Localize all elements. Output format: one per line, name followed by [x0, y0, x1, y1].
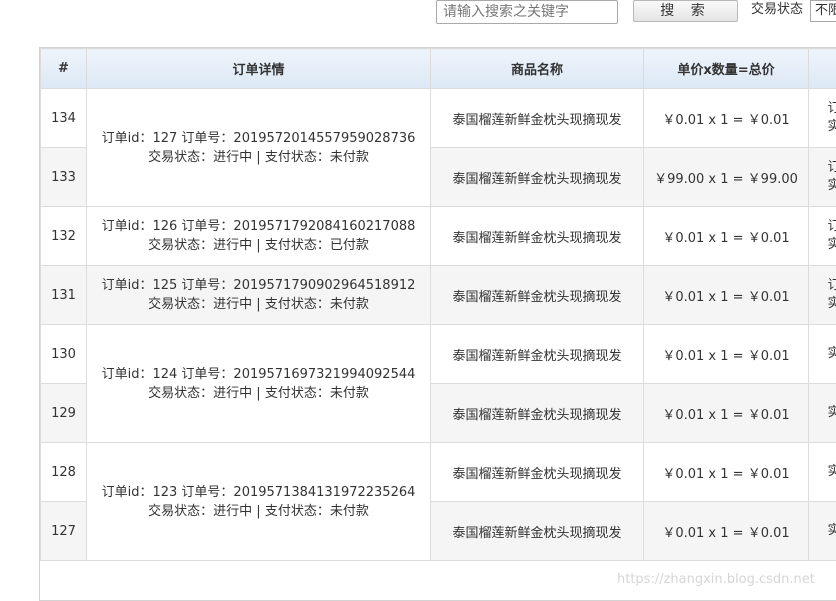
extra-line-1: 订单 — [821, 100, 836, 118]
row-index: 128 — [41, 443, 87, 502]
product-name-cell[interactable]: 泰国榴莲新鲜金枕头现摘现发 — [431, 384, 644, 443]
price-cell: ￥0.01 x 1 = ￥0.01 — [644, 325, 809, 384]
extra-line-2: 实付 — [821, 118, 836, 136]
column-header-extra — [809, 49, 836, 89]
row-index: 131 — [41, 266, 87, 325]
order-status-line: 交易状态：进行中 | 支付状态：未付款 — [87, 502, 430, 521]
order-id-line: 订单id：124 订单号：2019571697321994092544 — [87, 365, 430, 384]
order-status-line: 交易状态：进行中 | 支付状态：未付款 — [87, 384, 430, 403]
search-button[interactable]: 搜 索 — [633, 0, 738, 22]
orders-table: # 订单详情 商品名称 单价x数量=总价 134 订单id：127 订单号：20… — [40, 48, 836, 561]
table-row: 131 订单id：125 订单号：2019571790902964518912 … — [41, 266, 836, 325]
extra-cell: 实付 — [809, 443, 836, 502]
row-index: 129 — [41, 384, 87, 443]
price-cell: ￥0.01 x 1 = ￥0.01 — [644, 443, 809, 502]
row-index: 134 — [41, 89, 87, 148]
price-cell: ￥0.01 x 1 = ￥0.01 — [644, 502, 809, 561]
product-name-cell[interactable]: 泰国榴莲新鲜金枕头现摘现发 — [431, 266, 644, 325]
extra-cell: 订单实付 — [809, 148, 836, 207]
extra-line-1: 订单 — [821, 277, 836, 295]
order-details-cell: 订单id：124 订单号：2019571697321994092544 交易状态… — [87, 325, 431, 443]
table-header-row: # 订单详情 商品名称 单价x数量=总价 — [41, 49, 836, 89]
product-name-cell[interactable]: 泰国榴莲新鲜金枕头现摘现发 — [431, 89, 644, 148]
product-name-cell[interactable]: 泰国榴莲新鲜金枕头现摘现发 — [431, 148, 644, 207]
order-id-line: 订单id：123 订单号：2019571384131972235264 — [87, 483, 430, 502]
order-id-line: 订单id：126 订单号：2019571792084160217088 — [87, 217, 430, 236]
column-header-price: 单价x数量=总价 — [644, 49, 809, 89]
price-cell: ￥0.01 x 1 = ￥0.01 — [644, 384, 809, 443]
watermark: https://zhangxin.blog.csdn.net — [617, 572, 815, 587]
product-name-cell[interactable]: 泰国榴莲新鲜金枕头现摘现发 — [431, 443, 644, 502]
order-details-cell: 订单id：126 订单号：2019571792084160217088 交易状态… — [87, 207, 431, 266]
extra-line-1: 订单 — [821, 159, 836, 177]
table-row: 134 订单id：127 订单号：2019572014557959028736 … — [41, 89, 836, 148]
extra-cell: 订单实付 — [809, 266, 836, 325]
table-row: 130 订单id：124 订单号：2019571697321994092544 … — [41, 325, 836, 384]
extra-cell: 订单实付 — [809, 89, 836, 148]
order-details-cell: 订单id：127 订单号：2019572014557959028736 交易状态… — [87, 89, 431, 207]
extra-line-2: 实付 — [821, 295, 836, 313]
row-index: 130 — [41, 325, 87, 384]
table-row: 132 订单id：126 订单号：2019571792084160217088 … — [41, 207, 836, 266]
price-cell: ￥0.01 x 1 = ￥0.01 — [644, 207, 809, 266]
extra-line-2: 实付 — [821, 345, 836, 363]
orders-panel: # 订单详情 商品名称 单价x数量=总价 134 订单id：127 订单号：20… — [39, 47, 836, 601]
column-header-order-details: 订单详情 — [87, 49, 431, 89]
extra-line-2: 实付 — [821, 236, 836, 254]
extra-line-2: 实付 — [821, 404, 836, 422]
extra-line-1: 订单 — [821, 218, 836, 236]
column-header-index: # — [41, 49, 87, 89]
extra-cell: 实付 — [809, 502, 836, 561]
order-details-cell: 订单id：123 订单号：2019571384131972235264 交易状态… — [87, 443, 431, 561]
order-status-line: 交易状态：进行中 | 支付状态：未付款 — [87, 295, 430, 314]
product-name-cell[interactable]: 泰国榴莲新鲜金枕头现摘现发 — [431, 325, 644, 384]
price-cell: ￥0.01 x 1 = ￥0.01 — [644, 89, 809, 148]
search-input[interactable]: 请输入搜索之关键字 — [436, 0, 618, 24]
trade-status-label: 交易状态 — [751, 0, 803, 20]
product-name-cell[interactable]: 泰国榴莲新鲜金枕头现摘现发 — [431, 502, 644, 561]
price-cell: ￥0.01 x 1 = ￥0.01 — [644, 266, 809, 325]
order-id-line: 订单id：127 订单号：2019572014557959028736 — [87, 129, 430, 148]
price-cell: ￥99.00 x 1 = ￥99.00 — [644, 148, 809, 207]
extra-line-2: 实付 — [821, 463, 836, 481]
trade-status-select[interactable]: 不限 — [810, 0, 836, 22]
order-status-line: 交易状态：进行中 | 支付状态：未付款 — [87, 148, 430, 167]
row-index: 127 — [41, 502, 87, 561]
order-id-line: 订单id：125 订单号：2019571790902964518912 — [87, 276, 430, 295]
row-index: 132 — [41, 207, 87, 266]
order-details-cell: 订单id：125 订单号：2019571790902964518912 交易状态… — [87, 266, 431, 325]
extra-cell: 订单实付 — [809, 207, 836, 266]
extra-line-2: 实付 — [821, 177, 836, 195]
order-status-line: 交易状态：进行中 | 支付状态：已付款 — [87, 236, 430, 255]
row-index: 133 — [41, 148, 87, 207]
extra-line-2: 实付 — [821, 522, 836, 540]
table-row: 128 订单id：123 订单号：2019571384131972235264 … — [41, 443, 836, 502]
extra-cell: 实付 — [809, 325, 836, 384]
product-name-cell[interactable]: 泰国榴莲新鲜金枕头现摘现发 — [431, 207, 644, 266]
column-header-product-name: 商品名称 — [431, 49, 644, 89]
extra-cell: 实付 — [809, 384, 836, 443]
